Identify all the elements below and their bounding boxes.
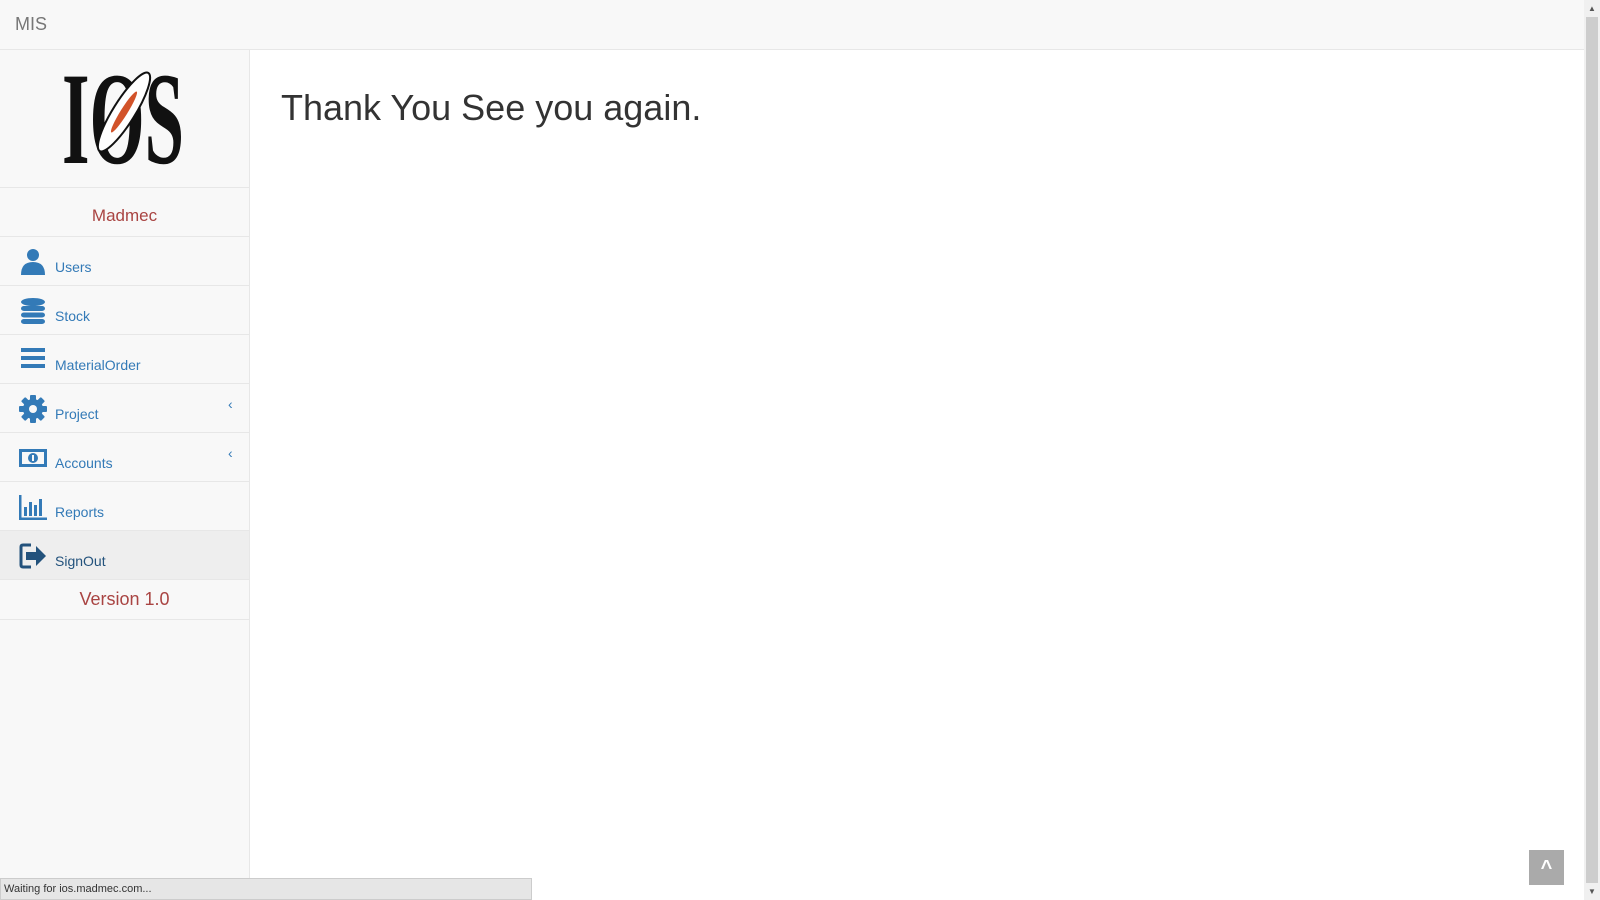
sidebar-item-accounts[interactable]: Accounts ‹ (0, 433, 249, 482)
version-label: Version 1.0 (0, 580, 249, 620)
vertical-scrollbar[interactable]: ▲ ▼ (1584, 0, 1600, 900)
company-name: Madmec (0, 188, 249, 237)
ios-logo-icon: IOS (62, 52, 184, 168)
user-icon (21, 249, 45, 275)
sidebar-item-stock[interactable]: Stock (0, 286, 249, 335)
browser-status-bar: Waiting for ios.madmec.com... (0, 878, 532, 900)
gear-icon (19, 395, 47, 423)
scroll-to-top-button[interactable]: ^ (1529, 850, 1564, 885)
bar-chart-icon (19, 495, 47, 520)
sidebar-item-label: Stock (55, 308, 91, 324)
sidebar-item-signout[interactable]: SignOut (0, 531, 249, 580)
sidebar-item-label: Project (55, 406, 99, 422)
brand-link[interactable]: MIS (15, 14, 47, 35)
list-icon (21, 348, 45, 368)
sidebar-item-users[interactable]: Users (0, 237, 249, 286)
logo: IOS (0, 50, 249, 188)
chevron-left-icon: ‹ (228, 445, 233, 461)
sidebar-item-label: SignOut (55, 553, 106, 569)
top-navbar: MIS (0, 0, 1584, 50)
page-title: Thank You See you again. (281, 87, 702, 128)
sidebar-item-reports[interactable]: Reports (0, 482, 249, 531)
sidebar-item-label: Reports (55, 504, 105, 520)
sidebar-item-label: Users (55, 259, 92, 275)
sidebar-item-label: MaterialOrder (55, 357, 141, 373)
sidebar: IOS Madmec Users Stock MaterialOrder (0, 50, 250, 900)
sidebar-item-materialorder[interactable]: MaterialOrder (0, 335, 249, 384)
database-icon (21, 298, 45, 324)
scroll-up-arrow-icon[interactable]: ▲ (1584, 0, 1600, 17)
sidebar-item-project[interactable]: Project ‹ (0, 384, 249, 433)
sign-out-icon (19, 543, 46, 569)
scrollbar-thumb[interactable] (1586, 17, 1598, 883)
sidebar-item-label: Accounts (55, 455, 113, 471)
chevron-left-icon: ‹ (228, 396, 233, 412)
money-icon (19, 449, 47, 467)
scroll-down-arrow-icon[interactable]: ▼ (1584, 883, 1600, 900)
